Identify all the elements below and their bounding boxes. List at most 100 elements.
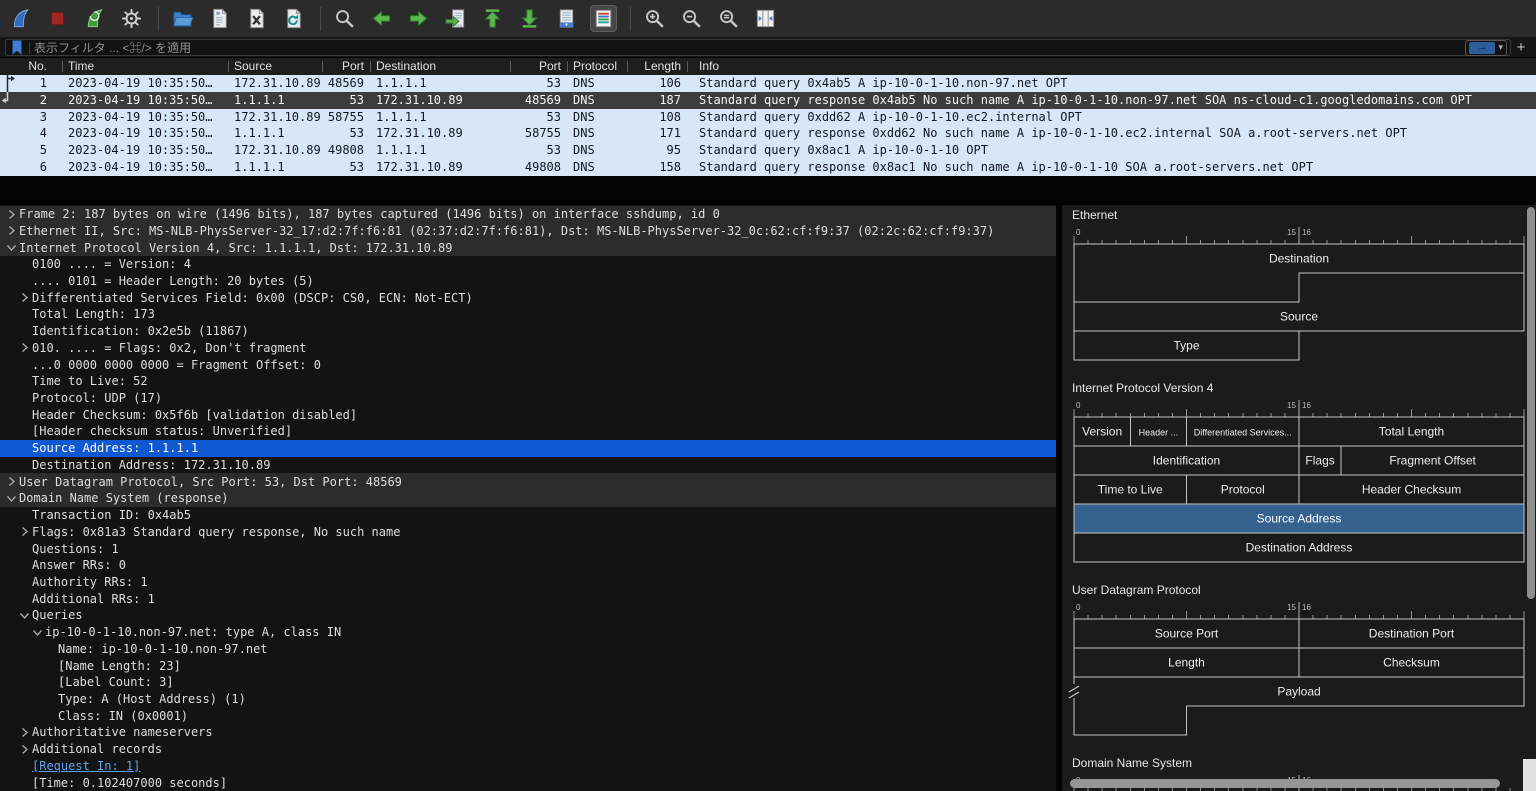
capture-restart-button[interactable]	[81, 5, 108, 32]
file-open-button[interactable]	[169, 5, 196, 32]
go-back-icon	[370, 7, 393, 30]
packet-row[interactable]: 12023-04-19 10:35:50…172.31.10.89485691.…	[0, 75, 1536, 92]
detail-row[interactable]: Total Length: 173	[0, 306, 1056, 323]
time-cell: 2023-04-19 10:35:50…	[62, 125, 228, 142]
detail-row[interactable]: [Request In: 1]	[0, 758, 1056, 775]
expander-toggle[interactable]	[19, 292, 30, 303]
go-to-packet-button[interactable]	[442, 5, 469, 32]
column-header-time[interactable]: Time	[62, 58, 228, 75]
packet-row[interactable]: 22023-04-19 10:35:50…1.1.1.153172.31.10.…	[0, 92, 1536, 109]
go-to-packet-icon	[444, 7, 467, 30]
detail-link-text[interactable]: [Request In: 1]	[32, 759, 140, 773]
chevron-right-icon	[19, 292, 30, 303]
column-header-src-port[interactable]: Port	[322, 58, 370, 75]
capture-stop-button[interactable]	[44, 5, 71, 32]
file-save-button[interactable]	[206, 5, 233, 32]
column-header-length[interactable]: Length	[627, 58, 687, 75]
detail-row[interactable]: Source Address: 1.1.1.1	[0, 440, 1056, 457]
packet-row[interactable]: 32023-04-19 10:35:50…172.31.10.89587551.…	[0, 109, 1536, 126]
detail-row[interactable]: Class: IN (0x0001)	[0, 707, 1056, 724]
detail-row[interactable]: Name: ip-10-0-1-10.non-97.net	[0, 640, 1056, 657]
expander-toggle[interactable]	[6, 476, 17, 487]
file-close-button[interactable]	[243, 5, 270, 32]
expander-toggle[interactable]	[6, 209, 17, 220]
display-filter-field[interactable]: → ▾	[5, 39, 1511, 56]
capture-start-button[interactable]	[7, 5, 34, 32]
detail-row[interactable]: User Datagram Protocol, Src Port: 53, Ds…	[0, 473, 1056, 490]
filter-apply-button[interactable]: → ▾	[1465, 40, 1507, 56]
column-header-protocol[interactable]: Protocol	[567, 58, 627, 75]
detail-row[interactable]: Destination Address: 172.31.10.89	[0, 457, 1056, 474]
detail-text: [Name Length: 23]	[58, 659, 181, 673]
auto-scroll-button[interactable]	[553, 5, 580, 32]
column-header-destination[interactable]: Destination	[370, 58, 510, 75]
detail-row[interactable]: [Header checksum status: Unverified]	[0, 423, 1056, 440]
detail-row[interactable]: Additional RRs: 1	[0, 590, 1056, 607]
expander-toggle[interactable]	[6, 242, 17, 253]
expander-toggle[interactable]	[19, 342, 30, 353]
expander-toggle[interactable]	[6, 225, 17, 236]
detail-row[interactable]: Questions: 1	[0, 540, 1056, 557]
display-filter-input[interactable]	[34, 40, 1461, 55]
file-reload-button[interactable]	[280, 5, 307, 32]
expander-toggle[interactable]	[19, 744, 30, 755]
filter-add-button[interactable]: +	[1511, 39, 1531, 56]
detail-row[interactable]: Internet Protocol Version 4, Src: 1.1.1.…	[0, 239, 1056, 256]
resize-columns-button[interactable]	[752, 5, 779, 32]
detail-row[interactable]: Differentiated Services Field: 0x00 (DSC…	[0, 289, 1056, 306]
zoom-reset-button[interactable]	[715, 5, 742, 32]
detail-row[interactable]: Answer RRs: 0	[0, 557, 1056, 574]
packet-row[interactable]: 62023-04-19 10:35:50…1.1.1.153172.31.10.…	[0, 159, 1536, 176]
detail-row[interactable]: ip-10-0-1-10.non-97.net: type A, class I…	[0, 624, 1056, 641]
detail-row[interactable]: Authority RRs: 1	[0, 574, 1056, 591]
detail-row[interactable]: Transaction ID: 0x4ab5	[0, 507, 1056, 524]
detail-row[interactable]: [Time: 0.102407000 seconds]	[0, 774, 1056, 791]
detail-row[interactable]: ...0 0000 0000 0000 = Fragment Offset: 0	[0, 356, 1056, 373]
detail-row[interactable]: Queries	[0, 607, 1056, 624]
go-first-button[interactable]	[479, 5, 506, 32]
diagram-horizontal-scrollbar[interactable]	[1070, 779, 1500, 788]
detail-row[interactable]: Header Checksum: 0x5f6b [validation disa…	[0, 406, 1056, 423]
detail-row[interactable]: Type: A (Host Address) (1)	[0, 691, 1056, 708]
no-cell: 3	[0, 109, 62, 126]
detail-row[interactable]: Additional records	[0, 741, 1056, 758]
filter-apply-caret-icon[interactable]: ▾	[1498, 42, 1503, 53]
find-packet-button[interactable]	[331, 5, 358, 32]
zoom-out-button[interactable]	[678, 5, 705, 32]
detail-row[interactable]: Frame 2: 187 bytes on wire (1496 bits), …	[0, 206, 1056, 223]
detail-row[interactable]: [Name Length: 23]	[0, 657, 1056, 674]
detail-row[interactable]: Protocol: UDP (17)	[0, 390, 1056, 407]
detail-text: Additional records	[32, 742, 162, 756]
capture-options-button[interactable]	[118, 5, 145, 32]
go-back-button[interactable]	[368, 5, 395, 32]
column-header-dst-port[interactable]: Port	[510, 58, 567, 75]
go-forward-button[interactable]	[405, 5, 432, 32]
detail-row[interactable]: 0100 .... = Version: 4	[0, 256, 1056, 273]
detail-row[interactable]: Identification: 0x2e5b (11867)	[0, 323, 1056, 340]
column-header-info[interactable]: Info	[687, 58, 1536, 75]
column-header-no[interactable]: No.	[0, 58, 62, 75]
detail-row[interactable]: Authoritative nameservers	[0, 724, 1056, 741]
packet-row[interactable]: 42023-04-19 10:35:50…1.1.1.153172.31.10.…	[0, 125, 1536, 142]
detail-row[interactable]: .... 0101 = Header Length: 20 bytes (5)	[0, 273, 1056, 290]
detail-row[interactable]: Flags: 0x81a3 Standard query response, N…	[0, 523, 1056, 540]
expander-toggle[interactable]	[6, 493, 17, 504]
filter-bookmark-icon[interactable]	[9, 39, 25, 56]
detail-row[interactable]: [Label Count: 3]	[0, 674, 1056, 691]
expander-toggle[interactable]	[19, 610, 30, 621]
packet-row[interactable]: 52023-04-19 10:35:50…172.31.10.89498081.…	[0, 142, 1536, 159]
detail-row[interactable]: Ethernet II, Src: MS-NLB-PhysServer-32_1…	[0, 223, 1056, 240]
diagram-vertical-scrollbar[interactable]	[1527, 207, 1535, 599]
toolbar-separator	[158, 7, 159, 31]
file-open-icon	[171, 7, 194, 30]
detail-row[interactable]: Time to Live: 52	[0, 373, 1056, 390]
detail-row[interactable]: 010. .... = Flags: 0x2, Don't fragment	[0, 340, 1056, 357]
go-last-button[interactable]	[516, 5, 543, 32]
expander-toggle[interactable]	[19, 526, 30, 537]
expander-toggle[interactable]	[19, 727, 30, 738]
zoom-in-button[interactable]	[641, 5, 668, 32]
expander-toggle[interactable]	[32, 627, 43, 638]
column-header-source[interactable]: Source	[228, 58, 322, 75]
colorize-button[interactable]	[590, 5, 617, 32]
detail-row[interactable]: Domain Name System (response)	[0, 490, 1056, 507]
